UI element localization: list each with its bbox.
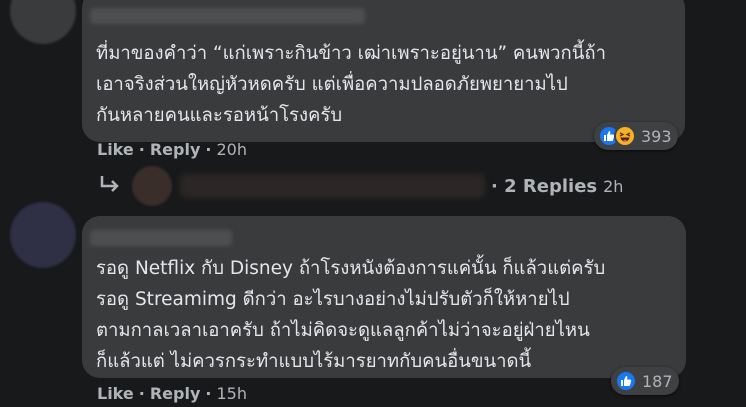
- comment-line: กันหลายคนและรอหน้าโรงครับ: [96, 105, 343, 126]
- comment-line: ที่มาของคำว่า “แก่เพราะกินข้าว เฒ่าเพราะ…: [96, 43, 606, 64]
- reaction-count: 187: [642, 371, 673, 391]
- commenter-name[interactable]: [90, 230, 232, 246]
- commenter-avatar[interactable]: [10, 0, 76, 44]
- comment-line: ก็แล้วแต่ ไม่ควรกระทำแบบไร้มารยาทกับคนอื…: [96, 351, 532, 372]
- haha-reaction-icon: [614, 125, 636, 147]
- comment-line: เอาจริงส่วนใหญ่หัวหดครับ แต่เพื่อความปลอ…: [96, 74, 568, 95]
- reply-button[interactable]: Reply: [150, 140, 201, 159]
- comment-line: รอดู Netflix กับ Disney ถ้าโรงหนังต้องกา…: [96, 258, 606, 279]
- reaction-summary[interactable]: 187: [611, 367, 679, 395]
- separator-dot: ·: [138, 384, 145, 403]
- view-replies-row[interactable]: · 2 Replies 2h: [96, 166, 623, 206]
- reaction-count: 393: [641, 126, 672, 146]
- separator-dot: ·: [138, 140, 145, 159]
- like-button[interactable]: Like: [97, 140, 134, 159]
- comment-timestamp[interactable]: 20h: [216, 140, 247, 159]
- like-button[interactable]: Like: [97, 384, 134, 403]
- comment-timestamp[interactable]: 15h: [216, 384, 247, 403]
- separator-dot: ·: [205, 140, 212, 159]
- reply-author-avatar: [132, 166, 172, 206]
- view-replies-link[interactable]: · 2 Replies: [491, 176, 597, 197]
- like-reaction-icon: [615, 370, 637, 392]
- reply-button[interactable]: Reply: [150, 384, 201, 403]
- separator-dot: ·: [205, 384, 212, 403]
- reply-arrow-icon: [96, 173, 122, 199]
- commenter-name[interactable]: [90, 8, 365, 24]
- replies-timestamp: 2h: [603, 176, 624, 196]
- reply-preview: [180, 174, 485, 198]
- comment-line: ตามกาลเวลาเอาครับ ถ้าไม่คิดจะดูแลลูกค้าไ…: [96, 320, 590, 341]
- comment-text: รอดู Netflix กับ Disney ถ้าโรงหนังต้องกา…: [96, 253, 605, 377]
- commenter-avatar[interactable]: [10, 202, 76, 268]
- comment-text: ที่มาของคำว่า “แก่เพราะกินข้าว เฒ่าเพราะ…: [96, 38, 606, 131]
- comment-line: รอดู Streamimg ดีกว่า อะไรบางอย่างไม่ปรั…: [96, 289, 570, 310]
- reaction-summary[interactable]: 393: [594, 122, 678, 150]
- comment-actions: Like · Reply · 15h: [97, 384, 247, 403]
- comment-actions: Like · Reply · 20h: [97, 140, 247, 159]
